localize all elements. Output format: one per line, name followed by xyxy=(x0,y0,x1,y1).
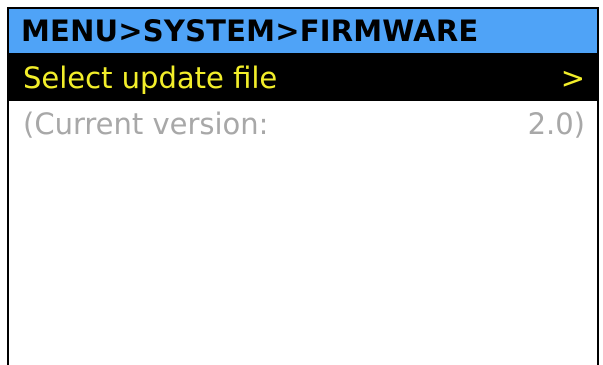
menu-item-select-update-file[interactable]: Select update file > xyxy=(9,55,597,101)
current-version-label: (Current version: xyxy=(23,107,269,141)
menu-header: MENU>SYSTEM>FIRMWARE xyxy=(9,9,597,55)
device-screen: MENU>SYSTEM>FIRMWARE Select update file … xyxy=(7,7,599,365)
current-version-row: (Current version: 2.0) xyxy=(9,101,597,147)
current-version-value: 2.0) xyxy=(527,107,585,141)
menu-item-label: Select update file xyxy=(23,61,278,95)
breadcrumb-title: MENU>SYSTEM>FIRMWARE xyxy=(21,14,479,48)
chevron-right-icon: > xyxy=(560,61,585,95)
